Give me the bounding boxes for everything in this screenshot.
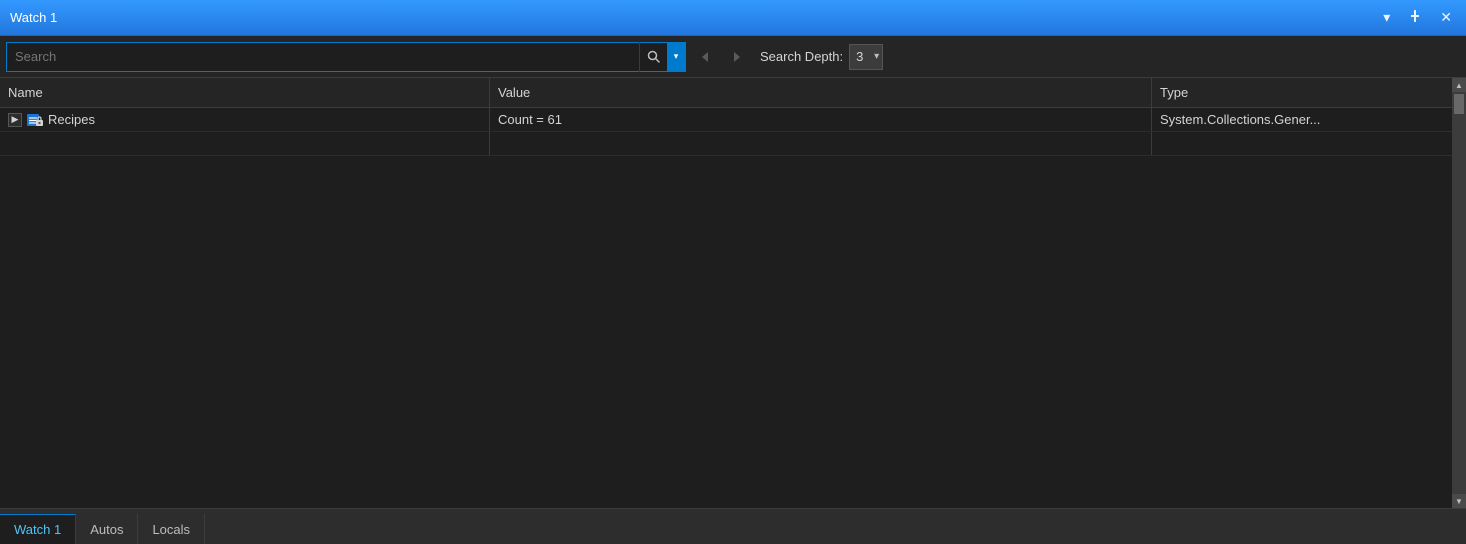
tab-watch1[interactable]: Watch 1 — [0, 514, 76, 544]
table-header: Name Value Type — [0, 78, 1452, 108]
empty-name-cell — [0, 132, 490, 155]
pin-button[interactable] — [1404, 7, 1426, 28]
main-area: Name Value Type ▶ — [0, 78, 1466, 508]
scrollbar[interactable]: ▲ ▼ — [1452, 78, 1466, 508]
content-area: Name Value Type ▶ — [0, 78, 1452, 508]
empty-input-row[interactable] — [0, 132, 1452, 156]
collection-icon — [26, 112, 44, 128]
toolbar: ▾ Search Depth: 1 2 3 4 5 — [0, 36, 1466, 78]
search-dropdown-button[interactable]: ▾ — [667, 42, 685, 72]
empty-value-cell — [490, 132, 1152, 155]
column-header-type: Type — [1152, 78, 1452, 107]
search-box: ▾ — [6, 42, 686, 72]
scroll-up-arrow[interactable]: ▲ — [1452, 78, 1466, 92]
table-row[interactable]: ▶ Recipes — [0, 108, 1452, 132]
title-bar: Watch 1 ▾ ✕ — [0, 0, 1466, 36]
scroll-thumb[interactable] — [1454, 94, 1464, 114]
column-header-name: Name — [0, 78, 490, 107]
dropdown-button[interactable]: ▾ — [1379, 7, 1394, 28]
tab-bar: Watch 1 Autos Locals — [0, 508, 1466, 544]
depth-select[interactable]: 1 2 3 4 5 — [849, 44, 883, 70]
row-type-recipes: System.Collections.Gener... — [1152, 108, 1452, 131]
search-depth-label: Search Depth: — [760, 49, 843, 64]
column-header-value: Value — [490, 78, 1152, 107]
search-input[interactable] — [7, 43, 639, 71]
row-value-recipes: Count = 61 — [490, 108, 1152, 131]
depth-select-wrap: 1 2 3 4 5 — [849, 44, 883, 70]
empty-type-cell — [1152, 132, 1452, 155]
tab-watch1-label: Watch 1 — [14, 522, 61, 537]
search-icon-button[interactable] — [639, 42, 667, 72]
tab-locals[interactable]: Locals — [138, 514, 205, 544]
close-button[interactable]: ✕ — [1436, 7, 1456, 28]
row-name-label: Recipes — [48, 112, 95, 127]
row-name-recipes: ▶ Recipes — [0, 108, 490, 131]
expand-icon[interactable]: ▶ — [8, 113, 22, 127]
tab-autos-label: Autos — [90, 522, 123, 537]
forward-button[interactable] — [724, 44, 750, 70]
back-button[interactable] — [692, 44, 718, 70]
tab-locals-label: Locals — [152, 522, 190, 537]
title-bar-actions: ▾ ✕ — [1379, 7, 1456, 28]
tab-autos[interactable]: Autos — [76, 514, 138, 544]
table-body: ▶ Recipes — [0, 108, 1452, 508]
scroll-down-arrow[interactable]: ▼ — [1452, 494, 1466, 508]
window-title: Watch 1 — [10, 10, 1379, 25]
